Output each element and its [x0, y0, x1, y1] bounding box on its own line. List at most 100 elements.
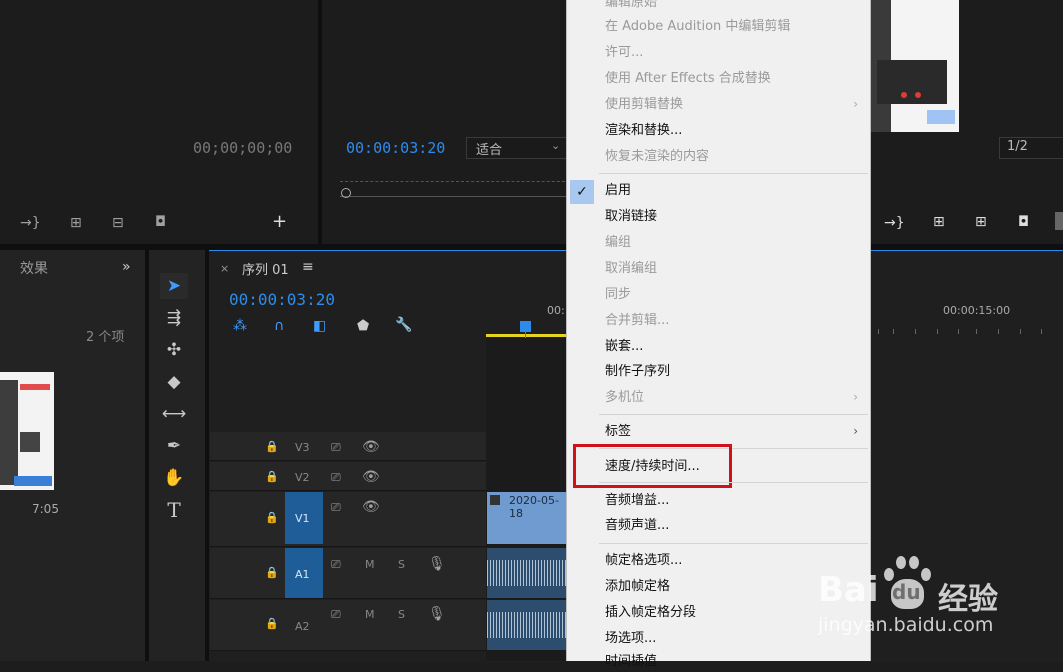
mute-button[interactable]: M: [365, 608, 375, 621]
add-marker-icon[interactable]: ⬟: [357, 318, 369, 334]
menu-item-label[interactable]: 标签: [605, 422, 631, 442]
menu-item-restore-unrendered[interactable]: 恢复未渲染的内容: [605, 147, 709, 167]
menu-item-audio-channels[interactable]: 音频声道...: [605, 516, 669, 536]
add-button-icon[interactable]: +: [272, 213, 287, 231]
sequence-timecode[interactable]: 00:00:03:20: [229, 290, 335, 309]
microphone-icon[interactable]: 🎙: [428, 606, 446, 622]
menu-item-frame-hold-options[interactable]: 帧定格选项...: [605, 551, 682, 571]
track-select-tool-icon[interactable]: ⇶: [160, 305, 188, 331]
lock-icon[interactable]: 🔒: [265, 511, 279, 524]
nest-toggle-icon[interactable]: ⁂: [233, 318, 247, 334]
menu-item-synchronize[interactable]: 同步: [605, 285, 631, 305]
lift-icon[interactable]: ⊟: [112, 215, 124, 231]
solo-button[interactable]: S: [398, 608, 405, 621]
snap-magnet-icon[interactable]: ∩: [274, 318, 284, 334]
hand-tool-icon[interactable]: ✋: [160, 465, 188, 491]
menu-item-edit-in-audition[interactable]: 在 Adobe Audition 中编辑剪辑: [605, 17, 790, 37]
track-label-v3: V3: [295, 441, 310, 454]
program-scrub-bar[interactable]: [340, 181, 580, 192]
solo-button[interactable]: S: [398, 558, 405, 571]
menu-item-unlink[interactable]: 取消链接: [605, 207, 657, 227]
close-icon[interactable]: ×: [220, 262, 229, 275]
menu-item-add-frame-hold[interactable]: 添加帧定格: [605, 577, 670, 597]
ruler-tick: [937, 329, 938, 334]
menu-item-render-and-replace[interactable]: 渲染和替换...: [605, 121, 682, 141]
track-header-v1[interactable]: [210, 492, 486, 547]
audio-clip[interactable]: [487, 600, 566, 650]
slip-tool-icon[interactable]: ⟷: [160, 401, 188, 427]
program-timecode[interactable]: 00:00:03:20: [346, 139, 445, 157]
microphone-icon[interactable]: 🎙: [428, 556, 446, 572]
eye-icon[interactable]: 👁: [362, 469, 380, 485]
lock-icon[interactable]: 🔒: [265, 617, 279, 630]
lock-icon[interactable]: 🔒: [265, 470, 279, 483]
chevron-double-right-icon[interactable]: »: [122, 259, 131, 275]
track-header-v3[interactable]: [210, 432, 486, 461]
button-editor-icon[interactable]: [1055, 212, 1063, 230]
menu-item-time-interpolation[interactable]: 时间插值: [605, 652, 657, 672]
track-header-v2[interactable]: [210, 462, 486, 491]
menu-item-audio-gain[interactable]: 音频增益...: [605, 491, 669, 511]
project-thumbnail[interactable]: [0, 372, 54, 490]
ruler-tick: [998, 329, 999, 334]
film-icon[interactable]: ⎚: [331, 469, 341, 485]
lift-icon[interactable]: ⊞: [933, 214, 945, 230]
menu-item-replace-with-clip[interactable]: 使用剪辑替换: [605, 95, 683, 115]
export-frame-icon[interactable]: ◘: [1018, 214, 1029, 230]
work-area-bar[interactable]: [486, 334, 566, 337]
menu-separator: [599, 543, 868, 544]
source-timecode[interactable]: 00;00;00;00: [193, 139, 292, 157]
menu-item-field-options[interactable]: 场选项...: [605, 629, 656, 649]
menu-item-ungroup[interactable]: 取消编组: [605, 259, 657, 279]
submenu-arrow-icon: ›: [853, 97, 858, 111]
menu-item-merge-clips[interactable]: 合并剪辑...: [605, 311, 669, 331]
film-icon[interactable]: ⎚: [331, 439, 341, 455]
fit-dropdown[interactable]: 适合 ⌄: [466, 137, 568, 159]
menu-item-insert-frame-hold-segment[interactable]: 插入帧定格分段: [605, 603, 696, 623]
track-label-v2: V2: [295, 471, 310, 484]
film-icon[interactable]: ⎚: [331, 606, 341, 622]
razor-tool-icon[interactable]: ◆: [160, 369, 188, 395]
ruler-tick: [878, 329, 879, 334]
overwrite-icon[interactable]: ⊞: [70, 215, 82, 231]
wrench-icon[interactable]: 🔧: [395, 317, 412, 333]
ruler-tick: [1020, 329, 1021, 334]
menu-separator: [599, 414, 868, 415]
menu-item-multi-camera[interactable]: 多机位: [605, 388, 644, 408]
chevron-down-icon: ⌄: [551, 139, 561, 152]
menu-item-enable[interactable]: 启用: [605, 181, 631, 201]
menu-item-group[interactable]: 编组: [605, 233, 631, 253]
lock-icon[interactable]: 🔒: [265, 440, 279, 453]
insert-icon[interactable]: →}: [884, 215, 905, 231]
tab-effects[interactable]: 效果: [20, 258, 48, 278]
ripple-edit-tool-icon[interactable]: ✣: [160, 337, 188, 363]
film-icon[interactable]: ⎚: [331, 499, 341, 515]
program-playhead-dot[interactable]: [341, 188, 351, 198]
menu-item-make-subsequence[interactable]: 制作子序列: [605, 362, 670, 382]
selection-tool-icon[interactable]: ➤: [160, 273, 188, 299]
pen-tool-icon[interactable]: ✒: [160, 433, 188, 459]
export-frame-icon[interactable]: ◘: [155, 214, 166, 230]
insert-icon[interactable]: →}: [20, 215, 41, 231]
menu-item-edit-original[interactable]: 编辑原始: [605, 0, 657, 13]
eye-icon[interactable]: 👁: [362, 499, 380, 515]
quality-dropdown[interactable]: 1/2: [999, 137, 1063, 159]
type-tool-icon[interactable]: T: [160, 497, 188, 523]
mute-button[interactable]: M: [365, 558, 375, 571]
panel-menu-icon[interactable]: ≡: [302, 259, 314, 275]
playhead-handle[interactable]: [520, 321, 531, 332]
menu-item-nest[interactable]: 嵌套...: [605, 337, 643, 357]
eye-icon[interactable]: 👁: [362, 439, 380, 455]
lock-icon[interactable]: 🔒: [265, 566, 279, 579]
audio-clip[interactable]: [487, 548, 566, 598]
linked-selection-icon[interactable]: ◧: [313, 318, 326, 334]
menu-item-replace-after-effects[interactable]: 使用 After Effects 合成替换: [605, 69, 771, 89]
film-icon[interactable]: ⎚: [331, 556, 341, 572]
video-clip[interactable]: 2020-05-18: [487, 492, 566, 544]
tab-sequence[interactable]: 序列 01: [242, 259, 289, 278]
extract-icon[interactable]: ⊞: [975, 214, 987, 230]
watermark-brand-du: du: [892, 580, 921, 604]
program-scrub-end-cap: [340, 196, 570, 197]
menu-item-license[interactable]: 许可...: [605, 43, 643, 63]
ruler-tick: [958, 329, 959, 334]
